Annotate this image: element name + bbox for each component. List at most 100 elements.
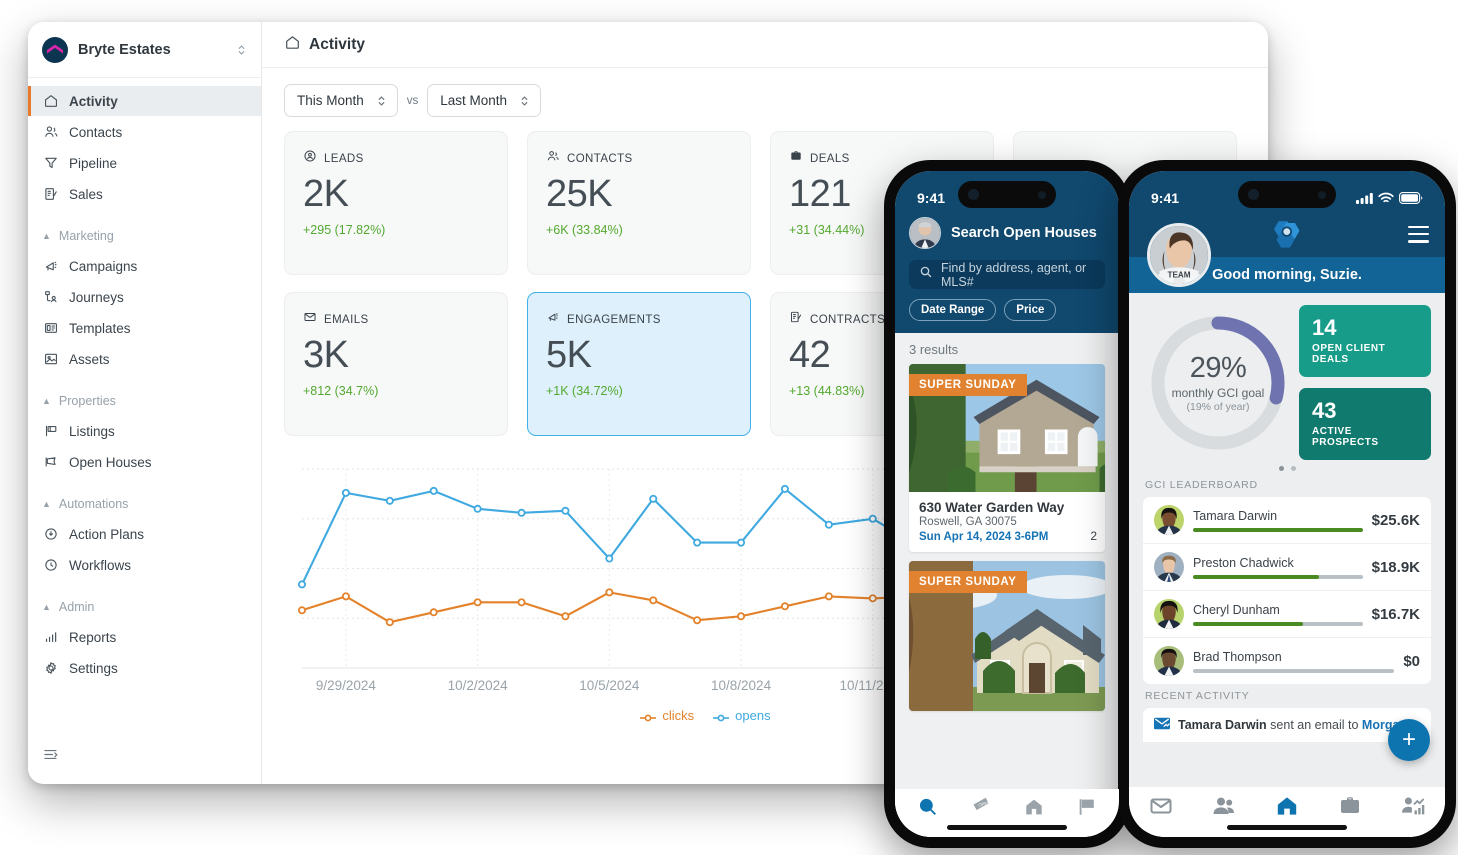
tab-open-house-sign-icon[interactable]: OPEN [970,796,992,823]
kpi-card-leads[interactable]: LEADS 2K +295 (17.82%) [284,131,508,275]
listing-info: 630 Water Garden Way Roswell, GA 30075 S… [909,492,1105,552]
sidebar-item-pipeline[interactable]: Pipeline [28,148,261,178]
tile-active-prospects[interactable]: 43 ACTIVE PROSPECTS [1299,388,1431,461]
chevron-updown-icon[interactable] [236,43,247,57]
leaderboard-row[interactable]: Cheryl Dunham $16.7K [1143,591,1431,639]
tab-reports-icon[interactable] [1401,794,1425,823]
megaphone-icon [42,258,59,275]
kpi-value: 5K [546,334,592,376]
home-indicator [947,825,1067,830]
templates-icon [42,320,59,337]
activity-actor: Tamara Darwin [1178,718,1267,733]
sidebar-item-action-plans[interactable]: Action Plans [28,519,261,549]
kpi-label: LEADS [324,152,364,165]
listing-photo: SUPER SUNDAY [909,561,1105,711]
dynamic-island [1238,181,1336,208]
leaderboard-name: Preston Chadwick [1193,555,1294,570]
tab-envelope-icon[interactable] [1149,794,1173,823]
open-house-icon [42,454,59,471]
chip-date-range[interactable]: Date Range [909,299,997,321]
sidebar-item-label: Sales [69,186,103,202]
status-time: 9:41 [1151,190,1180,206]
avatar[interactable] [909,217,941,249]
period-primary-select[interactable]: This Month [284,84,398,117]
sidebar-item-journeys[interactable]: Journeys [28,282,261,312]
gci-goal-text: 29% monthly GCI goal (19% of year) [1143,308,1293,458]
chevron-up-icon: ▲ [42,602,51,612]
chip-price[interactable]: Price [1004,299,1057,321]
goal-label: monthly GCI goal [1171,386,1265,401]
sidebar-item-workflows[interactable]: Workflows [28,550,261,580]
listing-count: 2 [1090,529,1097,543]
status-icons [1356,192,1423,204]
sidebar-item-contacts[interactable]: Contacts [28,117,261,147]
sidebar-item-reports[interactable]: Reports [28,622,261,652]
tab-contacts-icon[interactable] [1212,794,1236,823]
recent-activity-title: RECENT ACTIVITY [1145,690,1250,703]
sidebar-group-admin[interactable]: ▲ Admin [28,594,261,620]
sidebar-item-activity[interactable]: Activity [28,86,261,116]
legend-item-clicks[interactable]: clicks [639,708,694,723]
legend-item-opens[interactable]: opens [712,708,771,723]
kpi-card-contacts[interactable]: CONTACTS 25K +6K (33.84%) [527,131,751,275]
carousel-dot-2[interactable] [1290,466,1296,472]
sidebar-item-label: Workflows [69,557,132,573]
search-input[interactable]: Find by address, agent, or MLS# [909,260,1105,289]
sidebar-item-assets[interactable]: Assets [28,344,261,374]
carousel-dot-1[interactable] [1278,466,1284,472]
kpi-card-head: ENGAGEMENTS [546,310,732,329]
activity-item[interactable]: Tamara Darwin sent an email to Morgan [1154,717,1420,733]
leaderboard-row[interactable]: Brad Thompson $0 [1143,638,1431,684]
gci-leaderboard: Tamara Darwin $25.6K Preston Chadwick $1… [1143,497,1431,685]
listing-datetime: Sun Apr 14, 2024 3-6PM [919,531,1049,543]
action-plan-icon [42,526,59,543]
brand-header[interactable]: Bryte Estates [28,22,261,78]
sidebar-group-marketing[interactable]: ▲ Marketing [28,223,261,249]
kpi-delta: +812 (34.7%) [303,383,379,398]
filter-chips: Date Range Price [909,299,1105,321]
kpi-card-engagements[interactable]: ENGAGEMENTS 5K +1K (34.72%) [527,292,751,436]
kpi-delta: +1K (34.72%) [546,383,623,398]
sidebar-item-label: Listings [69,423,115,439]
contacts-icon [42,124,59,141]
home-icon [42,93,59,110]
kpi-label: CONTACTS [567,152,633,165]
add-button[interactable]: + [1388,719,1430,761]
hamburger-menu-icon[interactable] [1408,226,1429,248]
tab-home-icon[interactable] [1275,794,1299,823]
tab-home-icon[interactable] [1023,796,1045,823]
chevron-updown-icon [519,94,530,108]
leaderboard-row[interactable]: Preston Chadwick $18.9K [1143,544,1431,592]
funnel-icon [42,155,59,172]
tab-listing-flag-icon[interactable] [1076,796,1098,823]
tab-briefcase-icon[interactable] [1338,794,1362,823]
sidebar-item-templates[interactable]: Templates [28,313,261,343]
sidebar-item-sales[interactable]: Sales [28,179,261,209]
svg-text:TEAM: TEAM [1167,271,1190,280]
sidebar-item-campaigns[interactable]: Campaigns [28,251,261,281]
tile-label: ACTIVE PROSPECTS [1312,426,1379,449]
svg-text:9/29/2024: 9/29/2024 [316,678,377,693]
tile-open-client-deals[interactable]: 14 OPEN CLIENT DEALS [1299,305,1431,378]
listing-card[interactable]: SUPER SUNDAY [909,561,1105,711]
tab-search-icon[interactable] [917,796,939,823]
carousel-dots[interactable] [1129,466,1445,472]
period-compare-select[interactable]: Last Month [427,84,542,117]
leaderboard-row[interactable]: Tamara Darwin $25.6K [1143,497,1431,545]
sidebar-collapse-button[interactable] [28,736,261,784]
sidebar-nav: Activity Contacts Pipeline Sales ▲ Marke… [28,78,261,736]
kpi-card-emails[interactable]: EMAILS 3K +812 (34.7%) [284,292,508,436]
legend-marker-clicks [639,711,657,721]
kpi-label: EMAILS [324,313,369,326]
kpi-label: CONTRACTS [810,313,886,326]
sidebar-group-properties[interactable]: ▲ Properties [28,388,261,414]
listing-card[interactable]: SUPER SUNDAY [909,364,1105,552]
kpi-card-head: CONTACTS [546,149,732,168]
sidebar-item-open-houses[interactable]: Open Houses [28,447,261,477]
sidebar-item-settings[interactable]: Settings [28,653,261,683]
kpi-delta: +295 (17.82%) [303,222,386,237]
sidebar-group-automations[interactable]: ▲ Automations [28,491,261,517]
sidebar-item-listings[interactable]: Listings [28,416,261,446]
progress-bar [1193,668,1395,674]
avatar[interactable]: TEAM [1147,223,1211,287]
